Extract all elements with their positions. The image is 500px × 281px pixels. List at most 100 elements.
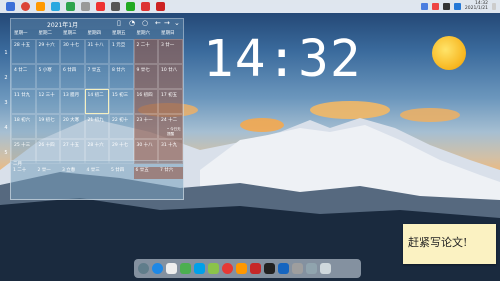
- calendar-collapse-icon[interactable]: ⌄: [174, 20, 180, 27]
- day-cell[interactable]: 18 初六: [11, 114, 36, 139]
- launcher-icon[interactable]: [138, 263, 149, 274]
- day-cell[interactable]: 3 立春: [60, 167, 85, 179]
- day-cell-weekend[interactable]: 23 十一: [133, 114, 158, 139]
- system-tray: 14:32 2021/1/21: [420, 1, 496, 11]
- day-cell[interactable]: 22 初十: [109, 114, 134, 139]
- app-green-icon[interactable]: [208, 263, 219, 274]
- day-cell[interactable]: 29 十六: [35, 39, 60, 64]
- day-cell-weekend[interactable]: 16 初四: [133, 89, 158, 114]
- sticky-note-text[interactable]: 赶紧写论文!: [408, 234, 467, 250]
- taskbar-date: 2021/1/21: [464, 6, 488, 11]
- day-cell-weekend[interactable]: 6 廿五: [133, 167, 158, 179]
- chrome-icon[interactable]: [222, 263, 233, 274]
- settings-icon[interactable]: [292, 263, 303, 274]
- day-cell[interactable]: 7 廿五: [84, 64, 109, 89]
- day-cell-weekend[interactable]: 9 廿七: [133, 64, 158, 89]
- day-cell[interactable]: 5 小寒: [35, 64, 60, 89]
- windows-icon[interactable]: [6, 2, 15, 11]
- day-cell[interactable]: 5 廿四: [109, 167, 134, 179]
- weekday-label: 星期一: [14, 31, 28, 36]
- calendar-next-icon[interactable]: →: [164, 20, 170, 27]
- qq-icon[interactable]: [264, 263, 275, 274]
- calendar-menu-icon[interactable]: ▯: [117, 20, 121, 27]
- calendar-reminder-note: • 今日无提醒: [167, 127, 181, 136]
- week-number: 5: [4, 150, 8, 156]
- calendar-week-row: 4 廿二 5 小寒 6 廿四 7 廿五 8 廿六 9 廿七 10 廿八: [11, 64, 183, 89]
- wifi-icon[interactable]: [453, 2, 461, 10]
- wechat-icon[interactable]: [180, 263, 191, 274]
- day-cell[interactable]: 4 廿三: [85, 167, 110, 179]
- file-manager-icon[interactable]: [36, 2, 45, 11]
- day-cell[interactable]: 6 廿四: [60, 64, 85, 89]
- day-cell[interactable]: 13 腊月: [60, 89, 85, 114]
- day-cell[interactable]: 30 十七: [60, 39, 85, 64]
- taskbar-clock[interactable]: 14:32 2021/1/21: [465, 1, 488, 11]
- word-icon[interactable]: [278, 263, 289, 274]
- show-desktop-button[interactable]: [492, 2, 496, 10]
- weekday-label: 星期五: [112, 31, 126, 36]
- volume-icon[interactable]: [442, 2, 450, 10]
- day-cell[interactable]: 11 廿九: [11, 89, 36, 114]
- day-cell-today[interactable]: 14 初二: [84, 89, 109, 114]
- music-icon[interactable]: [236, 263, 247, 274]
- calendar-refresh-icon[interactable]: ◔: [129, 20, 135, 27]
- calendar-week-row: 11 廿九 12 三十 13 腊月 14 初二 15 初三 16 初四 17 初…: [11, 89, 183, 114]
- weekday-label: 星期日: [161, 31, 175, 36]
- top-taskbar: 14:32 2021/1/21: [0, 0, 500, 13]
- day-cell[interactable]: 1 二十: [11, 167, 36, 179]
- day-cell[interactable]: 2 廿一: [36, 167, 61, 179]
- mindmap-icon[interactable]: [194, 263, 205, 274]
- weekday-label: 星期二: [38, 31, 53, 36]
- sticky-note[interactable]: 赶紧写论文!: [403, 224, 496, 264]
- trash-icon[interactable]: [320, 263, 331, 274]
- calendar-today-icon[interactable]: ○: [142, 20, 148, 27]
- weekday-header: 星期一 星期二 星期三 星期四 星期五 星期六 星期日: [11, 29, 183, 39]
- week-numbers: 1 2 3 4 5: [2, 41, 10, 166]
- day-cell[interactable]: 15 初三: [109, 89, 134, 114]
- weekday-label: 星期三: [63, 31, 77, 36]
- day-cell-weekend[interactable]: 7 廿六: [158, 167, 183, 179]
- week-number: 4: [4, 125, 8, 131]
- calendar-grid: 28 十五 29 十六 30 十七 31 十八 1 元旦 2 二十 3 廿一 4…: [11, 39, 183, 164]
- day-cell[interactable]: 21 初九: [84, 114, 109, 139]
- day-cell-weekend[interactable]: 2 二十: [133, 39, 158, 64]
- sun-weather-icon: [432, 36, 466, 70]
- calendar-month-title: 2021年1月: [47, 22, 79, 29]
- calendar-header: 2021年1月 ▯ ◔ ○ ← → ⌄: [11, 19, 183, 29]
- calendar-week-row: 28 十五 29 十六 30 十七 31 十八 1 元旦 2 二十 3 廿一: [11, 39, 183, 64]
- calendar-prev-icon[interactable]: ←: [155, 20, 161, 27]
- day-cell[interactable]: 19 初七: [35, 114, 60, 139]
- calendar-week-row: 18 初六 19 初七 20 大寒 21 初九 22 初十 23 十一 24 十…: [11, 114, 183, 139]
- app-red-icon[interactable]: [250, 263, 261, 274]
- next-month-row: 1 二十 2 廿一 3 立春 4 廿三 5 廿四 6 廿五 7 廿六: [11, 167, 183, 179]
- app-icon-red[interactable]: [96, 2, 105, 11]
- network-icon[interactable]: [420, 2, 428, 10]
- day-cell-weekend[interactable]: 3 廿一: [158, 39, 183, 64]
- day-cell[interactable]: 4 廿二: [11, 64, 36, 89]
- antivirus-icon[interactable]: [431, 2, 439, 10]
- weekday-label: 星期六: [136, 31, 151, 36]
- day-cell[interactable]: 20 大寒: [60, 114, 85, 139]
- app-icon-dark[interactable]: [111, 2, 120, 11]
- day-cell[interactable]: 28 十五: [11, 39, 36, 64]
- day-cell-weekend[interactable]: 10 廿八: [158, 64, 183, 89]
- day-cell-weekend[interactable]: 17 初五: [158, 89, 183, 114]
- day-cell[interactable]: 31 十八: [84, 39, 109, 64]
- app-icon-red-2[interactable]: [141, 2, 150, 11]
- desktop-clock: 14:32: [203, 30, 362, 89]
- chrome-icon[interactable]: [21, 2, 30, 11]
- app-icon[interactable]: [81, 2, 90, 11]
- browser-icon[interactable]: [152, 263, 163, 274]
- dock: [134, 259, 361, 278]
- day-cell[interactable]: 1 元旦: [109, 39, 134, 64]
- week-number: 3: [4, 100, 8, 106]
- notes-icon[interactable]: [166, 263, 177, 274]
- qq-icon[interactable]: [51, 2, 60, 11]
- day-cell[interactable]: 12 三十: [35, 89, 60, 114]
- app-icon-red-3[interactable]: [156, 2, 165, 11]
- app-icon-green[interactable]: [126, 2, 135, 11]
- day-cell[interactable]: 8 廿六: [109, 64, 134, 89]
- week-number: 1: [4, 50, 8, 56]
- files-icon[interactable]: [306, 263, 317, 274]
- wechat-icon[interactable]: [66, 2, 75, 11]
